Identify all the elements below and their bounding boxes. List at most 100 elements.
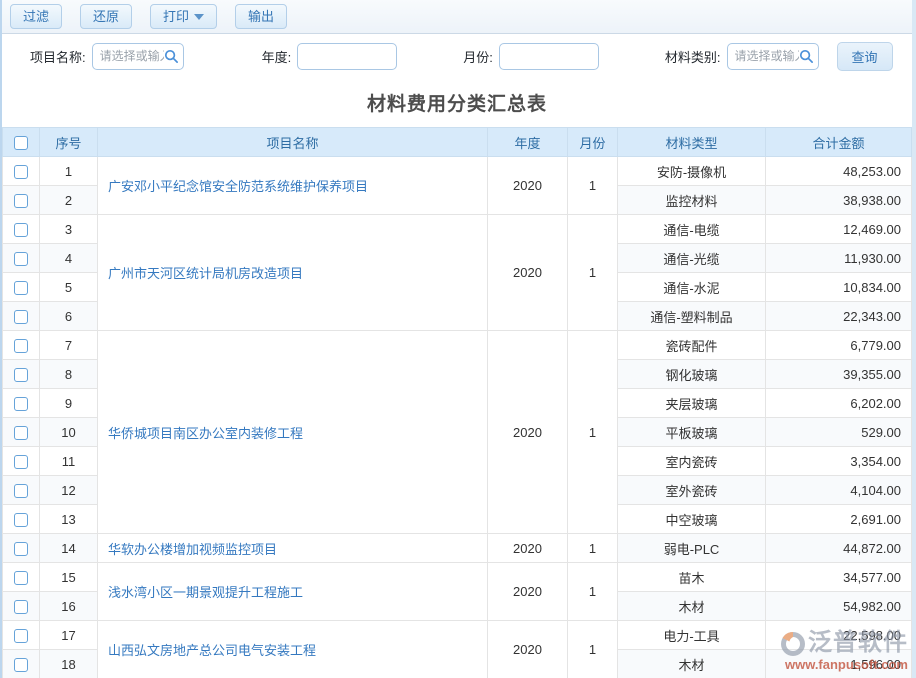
total-amount-cell: 39,355.00 (766, 360, 912, 389)
row-checkbox-cell (3, 389, 40, 418)
row-checkbox-cell (3, 215, 40, 244)
row-checkbox[interactable] (14, 629, 28, 643)
row-checkbox-cell (3, 563, 40, 592)
row-checkbox[interactable] (14, 281, 28, 295)
row-number-cell: 12 (40, 476, 98, 505)
row-number-cell: 17 (40, 621, 98, 650)
row-checkbox[interactable] (14, 513, 28, 527)
row-number-cell: 18 (40, 650, 98, 678)
project-name-input[interactable] (100, 49, 164, 63)
year-cell: 2020 (488, 534, 568, 563)
year-input[interactable] (297, 43, 397, 70)
row-checkbox[interactable] (14, 571, 28, 585)
material-type-cell: 安防-摄像机 (618, 157, 766, 186)
total-amount-cell: 38,938.00 (766, 186, 912, 215)
search-icon[interactable] (799, 49, 814, 64)
table-row: 7华侨城项目南区办公室内装修工程20201瓷砖配件6,779.00 (3, 331, 912, 360)
row-checkbox-cell (3, 650, 40, 678)
query-button[interactable]: 查询 (837, 42, 893, 71)
row-checkbox[interactable] (14, 542, 28, 556)
row-number-cell: 3 (40, 215, 98, 244)
month-cell: 1 (568, 621, 618, 678)
row-checkbox-cell (3, 505, 40, 534)
month-input[interactable] (499, 43, 599, 70)
row-checkbox-cell (3, 447, 40, 476)
row-checkbox[interactable] (14, 455, 28, 469)
row-number-cell: 14 (40, 534, 98, 563)
total-amount-cell: 12,469.00 (766, 215, 912, 244)
column-header-1: 项目名称 (98, 128, 488, 157)
material-type-cell: 通信-光缆 (618, 244, 766, 273)
row-checkbox[interactable] (14, 223, 28, 237)
material-type-cell: 夹层玻璃 (618, 389, 766, 418)
row-checkbox-cell (3, 360, 40, 389)
row-checkbox[interactable] (14, 484, 28, 498)
material-type-cell: 苗木 (618, 563, 766, 592)
row-number-cell: 16 (40, 592, 98, 621)
project-name-link[interactable]: 广安邓小平纪念馆安全防范系统维护保养项目 (98, 157, 488, 215)
material-category-input[interactable] (735, 49, 799, 63)
project-name-link[interactable]: 华软办公楼增加视频监控项目 (98, 534, 488, 563)
search-icon[interactable] (164, 49, 179, 64)
month-cell: 1 (568, 563, 618, 621)
row-checkbox[interactable] (14, 368, 28, 382)
row-number-cell: 10 (40, 418, 98, 447)
table-row: 14华软办公楼增加视频监控项目20201弱电-PLC44,872.00 (3, 534, 912, 563)
export-button-label: 输出 (248, 8, 274, 25)
row-checkbox[interactable] (14, 252, 28, 266)
row-checkbox-cell (3, 592, 40, 621)
row-checkbox-cell (3, 621, 40, 650)
row-checkbox-cell (3, 244, 40, 273)
row-checkbox[interactable] (14, 397, 28, 411)
material-type-cell: 室内瓷砖 (618, 447, 766, 476)
table-row: 17山西弘文房地产总公司电气安装工程20201电力-工具22,598.00 (3, 621, 912, 650)
print-button[interactable]: 打印 (150, 4, 217, 29)
material-category-search-box[interactable] (727, 43, 819, 70)
row-checkbox[interactable] (14, 310, 28, 324)
project-name-link[interactable]: 华侨城项目南区办公室内装修工程 (98, 331, 488, 534)
total-amount-cell: 11,930.00 (766, 244, 912, 273)
select-all-checkbox[interactable] (14, 136, 28, 150)
select-all-cell (3, 128, 40, 157)
filter-button[interactable]: 过滤 (10, 4, 62, 29)
row-checkbox-cell (3, 302, 40, 331)
toolbar: 过滤 还原 打印 输出 (2, 0, 912, 34)
total-amount-cell: 6,202.00 (766, 389, 912, 418)
restore-button-label: 还原 (93, 8, 119, 25)
export-button[interactable]: 输出 (235, 4, 287, 29)
total-amount-cell: 48,253.00 (766, 157, 912, 186)
material-type-cell: 电力-工具 (618, 621, 766, 650)
project-name-link[interactable]: 浅水湾小区一期景观提升工程施工 (98, 563, 488, 621)
material-summary-table: 序号项目名称年度月份材料类型合计金额 1广安邓小平纪念馆安全防范系统维护保养项目… (2, 127, 912, 678)
material-type-cell: 通信-塑料制品 (618, 302, 766, 331)
material-type-cell: 平板玻璃 (618, 418, 766, 447)
filter-bar: 项目名称: 年度: 月份: 材料类别: 查询 (2, 34, 912, 78)
material-type-cell: 监控材料 (618, 186, 766, 215)
row-number-cell: 5 (40, 273, 98, 302)
row-number-cell: 9 (40, 389, 98, 418)
row-checkbox-cell (3, 186, 40, 215)
month-cell: 1 (568, 534, 618, 563)
row-checkbox[interactable] (14, 600, 28, 614)
row-checkbox[interactable] (14, 426, 28, 440)
row-checkbox[interactable] (14, 165, 28, 179)
restore-button[interactable]: 还原 (80, 4, 132, 29)
row-checkbox[interactable] (14, 194, 28, 208)
row-number-cell: 8 (40, 360, 98, 389)
project-name-search-box[interactable] (92, 43, 184, 70)
month-label: 月份: (463, 47, 493, 66)
row-checkbox[interactable] (14, 339, 28, 353)
row-checkbox-cell (3, 476, 40, 505)
project-name-link[interactable]: 广州市天河区统计局机房改造项目 (98, 215, 488, 331)
material-category-label: 材料类别: (665, 47, 721, 66)
total-amount-cell: 529.00 (766, 418, 912, 447)
row-number-cell: 11 (40, 447, 98, 476)
caret-down-icon (194, 14, 204, 20)
row-number-cell: 1 (40, 157, 98, 186)
row-checkbox[interactable] (14, 658, 28, 672)
project-name-link[interactable]: 山西弘文房地产总公司电气安装工程 (98, 621, 488, 678)
row-checkbox-cell (3, 157, 40, 186)
month-cell: 1 (568, 157, 618, 215)
material-type-cell: 木材 (618, 592, 766, 621)
total-amount-cell: 3,354.00 (766, 447, 912, 476)
